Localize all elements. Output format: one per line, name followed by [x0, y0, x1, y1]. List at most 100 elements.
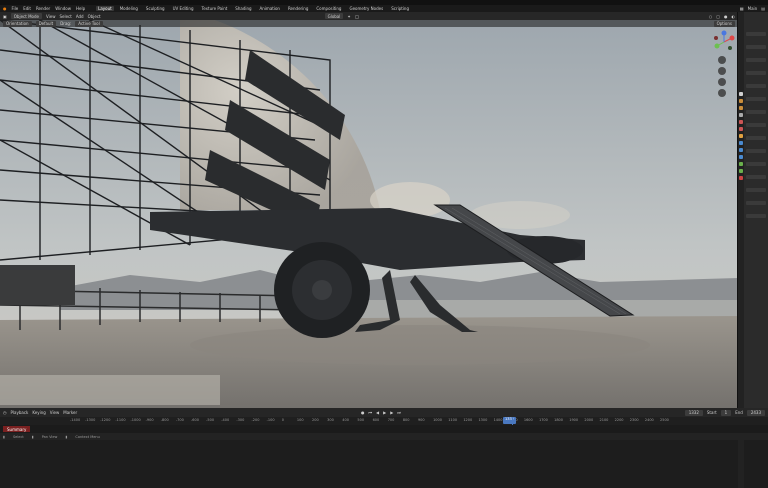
menu-object[interactable]: Object: [88, 14, 101, 19]
property-row[interactable]: [746, 45, 766, 49]
end-frame-field[interactable]: 2433: [746, 409, 766, 416]
current-frame-field[interactable]: 1332: [684, 409, 703, 416]
object-tab-icon[interactable]: [739, 134, 743, 138]
tab-uv-editing[interactable]: UV Editing: [171, 6, 196, 11]
blender-logo-icon[interactable]: ●: [3, 6, 7, 11]
menu-window[interactable]: Window: [55, 6, 71, 11]
orientation-default-dropdown[interactable]: Default: [35, 20, 57, 27]
tab-geometry-nodes[interactable]: Geometry Nodes: [347, 6, 385, 11]
scene-name[interactable]: Main: [748, 6, 758, 11]
tab-texture-paint[interactable]: Texture Paint: [199, 6, 229, 11]
view-layer-tab-icon[interactable]: [739, 113, 743, 117]
property-row[interactable]: [746, 162, 766, 166]
tool-tab-icon[interactable]: [739, 92, 743, 96]
gizmo-x-axis-icon[interactable]: [729, 35, 735, 41]
property-row[interactable]: [746, 188, 766, 192]
navigation-gizmo[interactable]: [712, 30, 736, 54]
overlay-icon[interactable]: ○: [709, 14, 713, 19]
active-tool-dropdown[interactable]: Active Tool: [75, 20, 103, 27]
menu-help[interactable]: Help: [76, 6, 85, 11]
snap-icon[interactable]: ✦: [347, 14, 350, 19]
summary-channel[interactable]: Summary: [3, 426, 31, 432]
property-row[interactable]: [746, 71, 766, 75]
camera-view-icon[interactable]: [718, 78, 726, 86]
record-icon[interactable]: ●: [361, 410, 365, 415]
menu-playback[interactable]: Playback: [11, 410, 29, 415]
current-frame-marker[interactable]: 1332: [503, 417, 516, 424]
scene-tab-icon[interactable]: [739, 120, 743, 124]
orientation-label[interactable]: Orientation: [3, 20, 32, 27]
constraints-tab-icon[interactable]: [739, 162, 743, 166]
shading-solid-icon[interactable]: ●: [724, 14, 728, 19]
timeline-tick-label: -1300: [85, 418, 96, 422]
zoom-icon[interactable]: [718, 56, 726, 64]
3d-viewport[interactable]: [0, 20, 738, 408]
timeline-tick-label: -300: [236, 418, 245, 422]
tab-modeling[interactable]: Modeling: [118, 6, 140, 11]
property-row[interactable]: [746, 214, 766, 218]
timeline-editor-icon[interactable]: ◷: [3, 410, 7, 415]
shading-rendered-icon[interactable]: ◐: [732, 14, 736, 19]
menu-add[interactable]: Add: [76, 14, 84, 19]
tab-rendering[interactable]: Rendering: [286, 6, 310, 11]
timeline-tick-label: 400: [342, 418, 349, 422]
tab-layout[interactable]: Layout: [96, 6, 114, 11]
status-bar: ▮ Select ▮ Pan View ▮ Context Menu: [0, 433, 768, 440]
menu-render[interactable]: Render: [36, 6, 50, 11]
timeline-ruler[interactable]: -1400 -1300 -1200 -1100 -1000 -900 -800 -700 -60…: [0, 417, 768, 425]
menu-file[interactable]: File: [12, 6, 19, 11]
render-tab-icon[interactable]: [739, 99, 743, 103]
world-tab-icon[interactable]: [739, 127, 743, 131]
menu-view[interactable]: View: [46, 14, 56, 19]
property-row[interactable]: [746, 97, 766, 101]
property-row[interactable]: [746, 149, 766, 153]
tab-sculpting[interactable]: Sculpting: [144, 6, 167, 11]
data-tab-icon[interactable]: [739, 169, 743, 173]
gizmo-y-axis-icon[interactable]: [714, 43, 720, 49]
pan-hand-icon[interactable]: [718, 67, 726, 75]
tab-shading[interactable]: Shading: [233, 6, 253, 11]
editor-type-icon[interactable]: ▣: [3, 14, 7, 19]
property-row[interactable]: [746, 110, 766, 114]
property-row[interactable]: [746, 175, 766, 179]
tab-compositing[interactable]: Compositing: [314, 6, 343, 11]
timeline-tick-label: 700: [387, 418, 395, 422]
property-row[interactable]: [746, 136, 766, 140]
mode-dropdown[interactable]: Object Mode: [10, 13, 42, 19]
mouse-left-icon: ▮: [3, 434, 5, 439]
property-row[interactable]: [746, 123, 766, 127]
xray-icon[interactable]: ▢: [716, 14, 720, 19]
play-icon[interactable]: ▶: [383, 410, 386, 415]
property-row[interactable]: [746, 32, 766, 36]
transform-orientation-dropdown[interactable]: Global: [324, 13, 344, 19]
timeline-tick-label: 900: [417, 418, 425, 422]
start-frame-field[interactable]: 1: [720, 409, 732, 416]
menu-marker[interactable]: Marker: [63, 410, 77, 415]
physics-tab-icon[interactable]: [739, 155, 743, 159]
particles-tab-icon[interactable]: [739, 148, 743, 152]
gizmo-z-axis-icon[interactable]: [721, 30, 727, 36]
proportional-edit-icon[interactable]: ◯: [355, 14, 359, 19]
property-row[interactable]: [746, 201, 766, 205]
timeline-tick-label: -500: [206, 418, 215, 422]
tab-scripting[interactable]: Scripting: [389, 6, 411, 11]
tab-animation[interactable]: Animation: [258, 6, 282, 11]
view-layer-icon[interactable]: ▤: [761, 6, 765, 11]
menu-select[interactable]: Select: [59, 14, 71, 19]
property-row[interactable]: [746, 58, 766, 62]
menu-edit[interactable]: Edit: [23, 6, 31, 11]
scene-icon[interactable]: ▦: [740, 6, 744, 11]
menu-keying[interactable]: Keying: [32, 410, 45, 415]
options-dropdown[interactable]: Options: [713, 20, 735, 27]
step-forward-icon[interactable]: ▶: [390, 410, 393, 415]
jump-end-icon[interactable]: ⏭: [397, 410, 401, 415]
jump-start-icon[interactable]: ⏮: [368, 410, 372, 415]
material-tab-icon[interactable]: [739, 176, 743, 180]
perspective-toggle-icon[interactable]: [718, 89, 726, 97]
menu-view-timeline[interactable]: View: [50, 410, 60, 415]
property-row[interactable]: [746, 84, 766, 88]
timeline-tick-label: 1200: [463, 418, 473, 422]
modifier-tab-icon[interactable]: [739, 141, 743, 145]
step-back-icon[interactable]: ◀: [376, 410, 379, 415]
output-tab-icon[interactable]: [739, 106, 743, 110]
